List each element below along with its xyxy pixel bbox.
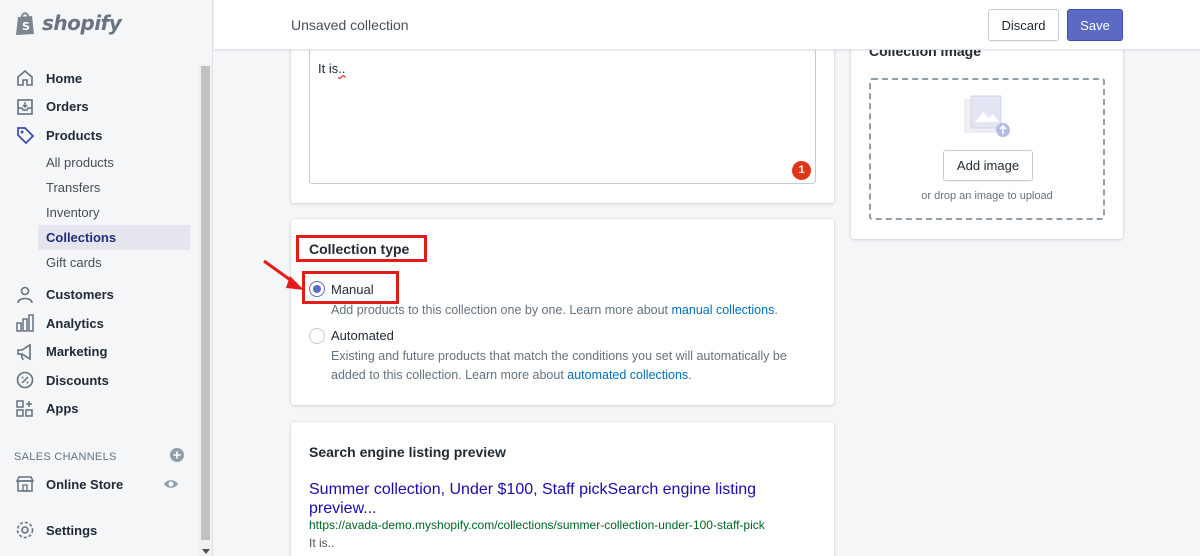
nav-sub-gift-cards[interactable]: Gift cards [0,250,198,275]
seo-preview-card: Search engine listing preview Summer col… [291,422,834,556]
home-icon [14,68,36,88]
nav-item-marketing[interactable]: Marketing [0,338,198,367]
tag-icon [14,125,36,145]
add-image-button[interactable]: Add image [943,150,1033,181]
automated-help-text: Existing and future products that match … [331,349,787,382]
sales-channels-header: SALES CHANNELS [14,448,184,465]
nav-sub-all-products[interactable]: All products [0,150,198,175]
nav-label-analytics: Analytics [46,315,104,331]
add-channel-icon[interactable] [170,448,184,465]
svg-text:S: S [22,20,30,33]
nav-sub-transfers[interactable]: Transfers [0,175,198,200]
sidebar-scrollbar[interactable] [199,64,212,556]
nav-item-discounts[interactable]: Discounts [0,366,198,395]
automated-collections-link[interactable]: automated collections [567,368,688,382]
manual-help-text: Add products to this collection one by o… [331,303,672,317]
annotation-arrow-icon [263,259,304,290]
scroll-down-arrow-icon[interactable] [202,549,210,554]
nav-label-home: Home [46,70,83,86]
error-count-badge[interactable]: 1 [792,161,811,180]
manual-help: Add products to this collection one by o… [331,301,811,320]
nav-label-orders: Orders [46,99,89,115]
gear-icon [14,520,36,540]
bar-chart-icon [14,313,36,333]
drop-hint: or drop an image to upload [921,190,1053,202]
nav-label-marketing: Marketing [46,344,108,360]
nav-label-settings: Settings [46,522,98,538]
automated-help-end: . [688,368,692,382]
manual-label[interactable]: Manual [331,282,374,297]
shopify-logo[interactable]: S shopify [14,10,122,36]
sales-channels-label: SALES CHANNELS [14,450,117,463]
nav-item-analytics[interactable]: Analytics [0,309,198,338]
orders-icon [14,97,36,117]
save-button[interactable]: Save [1067,9,1123,41]
megaphone-icon [14,342,36,362]
nav-item-home[interactable]: Home [0,64,198,93]
automated-label[interactable]: Automated [331,328,394,343]
nav-item-customers[interactable]: Customers [0,281,198,310]
seo-preview-description: It is.. [309,536,335,550]
seo-preview-title: Search engine listing preview [309,444,506,460]
nav-label-online-store: Online Store [46,476,124,492]
apps-icon [14,399,36,419]
discard-button[interactable]: Discard [988,9,1059,41]
editor-content[interactable]: It is.. [318,61,345,76]
nav-label-apps: Apps [46,401,79,417]
nav-sub-inventory[interactable]: Inventory [0,200,198,225]
spelling-error-mark: .. [338,61,346,76]
nav-item-products[interactable]: Products [0,121,198,150]
top-bar: Unsaved collection Discard Save [214,0,1200,50]
description-card: It is.. 1 [291,40,834,203]
manual-radio[interactable] [309,281,325,297]
collection-type-title: Collection type [309,241,410,257]
nav-label-products: Products [46,127,103,143]
automated-radio[interactable] [309,328,325,344]
nav-item-online-store[interactable]: Online Store [0,470,198,499]
discount-icon [14,370,36,390]
person-icon [14,285,36,305]
collection-image-card: Collection image Add image or drop an im… [851,30,1123,239]
description-editor[interactable]: It is.. 1 [309,48,816,184]
page-title: Unsaved collection [291,17,409,33]
nav-item-orders[interactable]: Orders [0,93,198,122]
sidebar: S shopify Home Orders Products All produ… [0,0,213,556]
nav-item-settings[interactable]: Settings [0,516,198,545]
manual-help-end: . [774,303,778,317]
scrollbar-thumb[interactable] [201,66,210,540]
main-nav: Home Orders Products All products Transf… [0,64,198,423]
image-dropzone[interactable]: Add image or drop an image to upload [869,78,1105,220]
seo-preview-url: https://avada-demo.myshopify.com/collect… [309,518,765,532]
shopify-bag-icon: S [14,10,36,36]
editor-text: It is [318,61,339,76]
automated-help: Existing and future products that match … [331,347,801,385]
manual-collections-link[interactable]: manual collections [672,303,775,317]
nav-label-customers: Customers [46,287,114,303]
collection-type-card: Collection type Manual Add products to t… [291,219,834,405]
nav-label-discounts: Discounts [46,372,109,388]
brand-name: shopify [42,11,122,35]
nav-item-apps[interactable]: Apps [0,395,198,424]
image-upload-icon [963,94,1011,145]
nav-sub-collections[interactable]: Collections [38,224,190,250]
seo-preview-link[interactable]: Summer collection, Under $100, Staff pic… [309,480,779,518]
store-icon [14,474,36,494]
eye-icon[interactable] [163,476,179,495]
